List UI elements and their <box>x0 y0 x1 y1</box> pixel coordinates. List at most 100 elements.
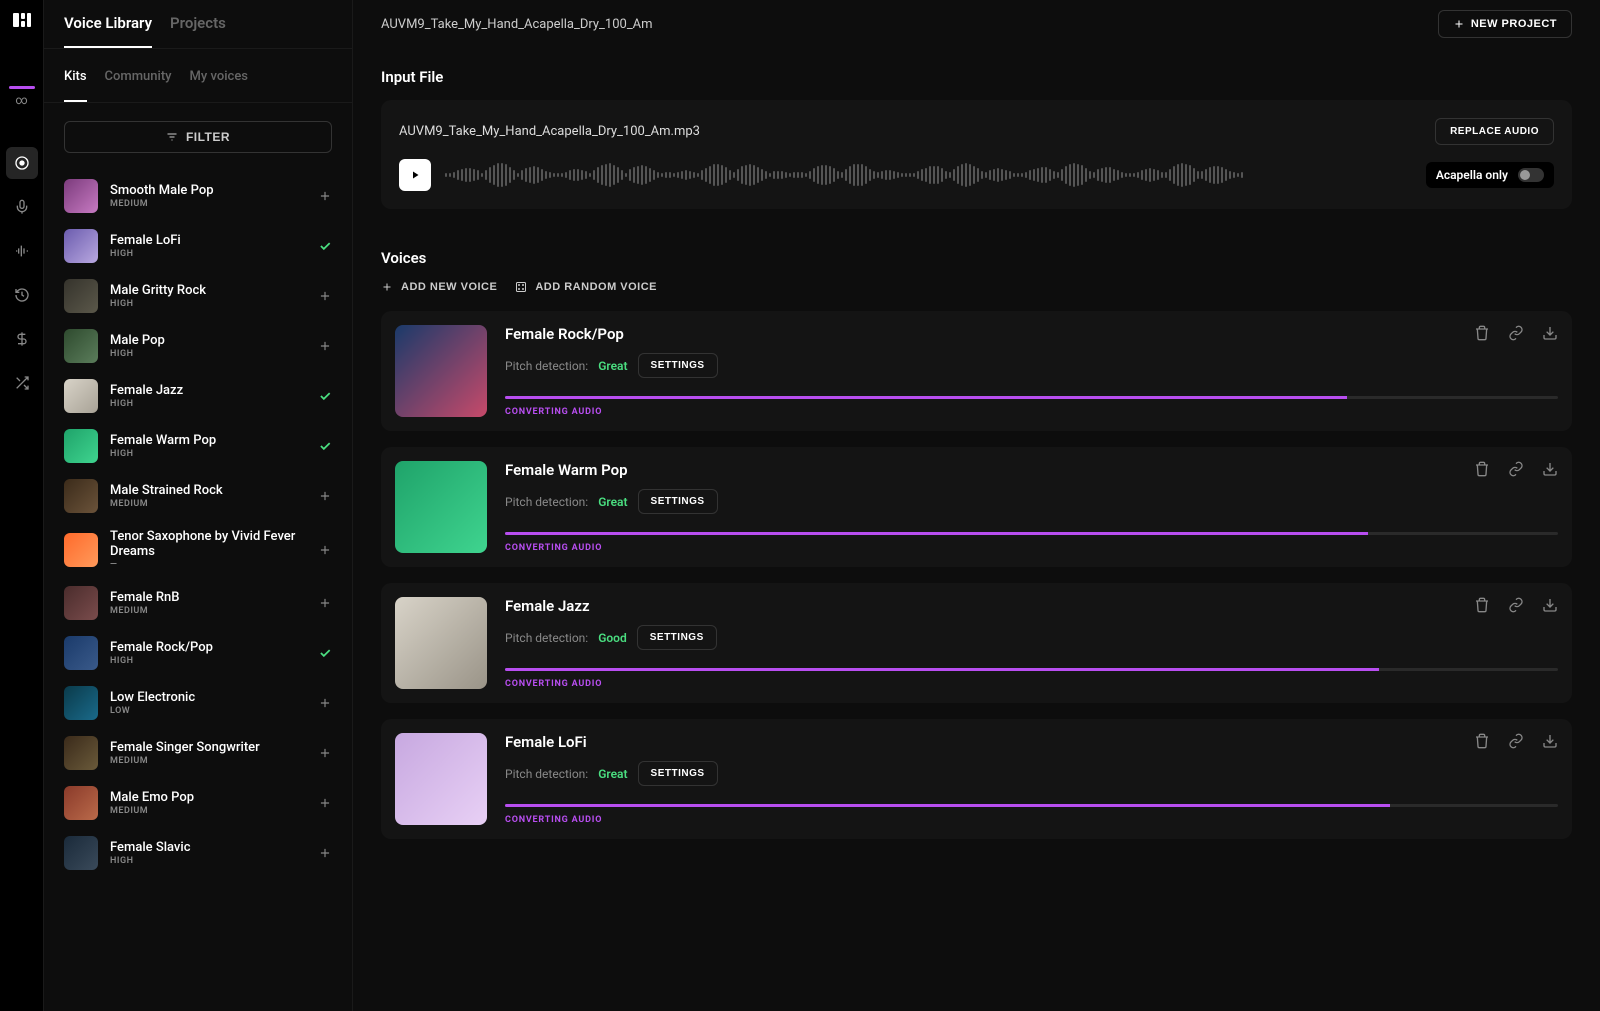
voice-name: Male Pop <box>110 333 306 348</box>
voice-card: Female JazzPitch detection:GoodSETTINGSC… <box>381 583 1572 703</box>
delete-icon[interactable] <box>1474 733 1490 749</box>
credits-badge[interactable]: ∞ <box>9 86 35 107</box>
pitch-detection-value: Great <box>598 359 627 373</box>
add-icon[interactable] <box>318 339 332 353</box>
progress-status: CONVERTING AUDIO <box>505 407 1558 417</box>
library-item[interactable]: Female Singer SongwriterMEDIUM <box>64 728 332 778</box>
link-icon[interactable] <box>1508 597 1524 613</box>
voice-thumbnail <box>64 329 98 363</box>
settings-button[interactable]: SETTINGS <box>637 625 717 650</box>
pitch-detection-label: Pitch detection: <box>505 631 588 645</box>
voice-thumbnail <box>64 686 98 720</box>
library-item[interactable]: Male Emo PopMEDIUM <box>64 778 332 828</box>
pitch-detection-label: Pitch detection: <box>505 495 588 509</box>
add-icon[interactable] <box>318 543 332 557</box>
delete-icon[interactable] <box>1474 325 1490 341</box>
voice-name: Female Jazz <box>110 383 306 398</box>
play-button[interactable] <box>399 159 431 191</box>
library-item[interactable]: Male Gritty RockHIGH <box>64 271 332 321</box>
voice-name: Low Electronic <box>110 690 306 705</box>
library-item[interactable]: Female JazzHIGH <box>64 371 332 421</box>
subtab-my-voices[interactable]: My voices <box>190 69 248 102</box>
settings-button[interactable]: SETTINGS <box>638 489 718 514</box>
delete-icon[interactable] <box>1474 461 1490 477</box>
link-icon[interactable] <box>1508 733 1524 749</box>
acapella-toggle-group: Acapella only <box>1426 162 1554 188</box>
settings-button[interactable]: SETTINGS <box>638 761 718 786</box>
download-icon[interactable] <box>1542 461 1558 477</box>
check-icon[interactable] <box>318 646 332 660</box>
add-icon[interactable] <box>318 596 332 610</box>
add-icon[interactable] <box>318 796 332 810</box>
pitch-detection-value: Great <box>598 767 627 781</box>
library-item[interactable]: Male Strained RockMEDIUM <box>64 471 332 521</box>
app-logo[interactable] <box>12 10 32 30</box>
waveform[interactable] <box>445 161 1412 189</box>
add-icon[interactable] <box>318 189 332 203</box>
input-file-title: Input File <box>381 68 1572 86</box>
voice-level: MEDIUM <box>110 606 306 616</box>
pitch-detection-label: Pitch detection: <box>505 767 588 781</box>
library-item[interactable]: Low ElectronicLOW <box>64 678 332 728</box>
voice-card-name: Female LoFi <box>505 733 587 751</box>
check-icon[interactable] <box>318 239 332 253</box>
add-icon[interactable] <box>318 289 332 303</box>
nav-voice-studio[interactable] <box>6 147 38 179</box>
voice-level: HIGH <box>110 399 306 409</box>
top-tabs: Voice Library Projects <box>44 0 352 49</box>
library-item[interactable]: Female SlavicHIGH <box>64 828 332 878</box>
nav-shuffle[interactable] <box>6 367 38 399</box>
add-icon[interactable] <box>318 489 332 503</box>
download-icon[interactable] <box>1542 733 1558 749</box>
check-icon[interactable] <box>318 439 332 453</box>
add-icon[interactable] <box>318 846 332 860</box>
voice-name: Male Strained Rock <box>110 483 306 498</box>
voice-card: Female Warm PopPitch detection:GreatSETT… <box>381 447 1572 567</box>
project-name: AUVM9_Take_My_Hand_Acapella_Dry_100_Am <box>381 17 653 32</box>
library-item[interactable]: Smooth Male PopMEDIUM <box>64 171 332 221</box>
voice-name: Female RnB <box>110 590 306 605</box>
library-item[interactable]: Male PopHIGH <box>64 321 332 371</box>
subtab-kits[interactable]: Kits <box>64 69 87 102</box>
download-icon[interactable] <box>1542 597 1558 613</box>
voice-level: MEDIUM <box>110 756 306 766</box>
filter-button[interactable]: FILTER <box>64 121 332 153</box>
plus-icon <box>1453 18 1465 30</box>
settings-button[interactable]: SETTINGS <box>638 353 718 378</box>
subtab-community[interactable]: Community <box>105 69 172 102</box>
acapella-label: Acapella only <box>1436 168 1508 182</box>
progress-status: CONVERTING AUDIO <box>505 543 1558 553</box>
new-project-button[interactable]: NEW PROJECT <box>1438 10 1572 38</box>
voice-level: HIGH <box>110 349 306 359</box>
voice-level: MEDIUM <box>110 806 306 816</box>
check-icon[interactable] <box>318 389 332 403</box>
replace-audio-button[interactable]: REPLACE AUDIO <box>1435 118 1554 145</box>
voice-thumbnail <box>64 379 98 413</box>
acapella-toggle[interactable] <box>1518 168 1544 182</box>
library-item[interactable]: Female LoFiHIGH <box>64 221 332 271</box>
library-item[interactable]: Tenor Saxophone by Vivid Fever Dreams— <box>64 521 332 578</box>
voice-thumbnail <box>64 786 98 820</box>
tab-projects[interactable]: Projects <box>170 14 226 48</box>
delete-icon[interactable] <box>1474 597 1490 613</box>
play-icon <box>409 169 421 181</box>
add-new-voice-button[interactable]: ADD NEW VOICE <box>381 281 497 293</box>
link-icon[interactable] <box>1508 325 1524 341</box>
download-icon[interactable] <box>1542 325 1558 341</box>
progress-bar <box>505 668 1558 671</box>
tab-voice-library[interactable]: Voice Library <box>64 14 152 48</box>
library-item[interactable]: Female Warm PopHIGH <box>64 421 332 471</box>
progress-bar <box>505 804 1558 807</box>
add-icon[interactable] <box>318 746 332 760</box>
voice-thumbnail <box>64 429 98 463</box>
library-item[interactable]: Female Rock/PopHIGH <box>64 628 332 678</box>
library-item[interactable]: Female RnBMEDIUM <box>64 578 332 628</box>
nav-billing[interactable] <box>6 323 38 355</box>
nav-mic[interactable] <box>6 191 38 223</box>
nav-history[interactable] <box>6 279 38 311</box>
add-random-voice-button[interactable]: ADD RANDOM VOICE <box>515 281 657 293</box>
add-icon[interactable] <box>318 696 332 710</box>
link-icon[interactable] <box>1508 461 1524 477</box>
voice-name: Female Singer Songwriter <box>110 740 306 755</box>
nav-waveform[interactable] <box>6 235 38 267</box>
